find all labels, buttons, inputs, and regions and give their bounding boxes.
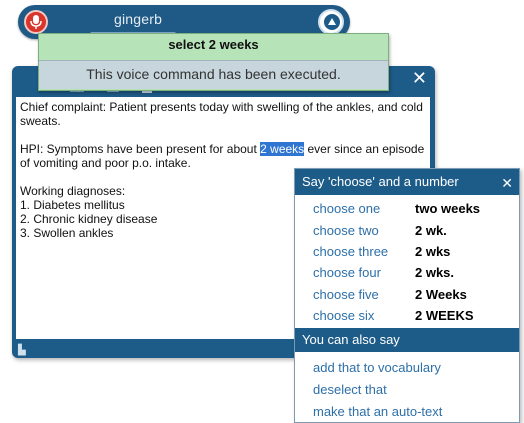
close-icon[interactable]: ✕ [412,69,427,87]
correction-menu: Say 'choose' and a number ✕ choose one t… [294,168,520,423]
choice-item-6[interactable]: choose six 2 WEEKS [295,305,519,326]
correction-menu-header: Say 'choose' and a number ✕ [295,169,519,195]
choice-item-4[interactable]: choose four 2 wks. [295,262,519,283]
correction-menu-title: Say 'choose' and a number [302,174,459,189]
choice-value: 2 wks [415,243,451,259]
choice-value: 2 wk. [415,222,447,238]
hpi-text: HPI: Symptoms have been present for abou… [20,142,425,170]
also-say-list: add that to vocabulary deselect that mak… [295,352,519,423]
choice-value: 2 wks. [415,265,455,281]
close-icon[interactable]: ✕ [501,170,513,196]
choice-value: 2 WEEKS [415,308,474,324]
selected-text: 2 weeks [260,142,305,156]
command-executed-message: This voice command has been executed. [39,60,388,89]
choice-value: two weeks [415,201,481,217]
choice-item-2[interactable]: choose two 2 wk. [295,219,519,240]
choice-list: choose one two weeks choose two 2 wk. ch… [295,195,519,328]
choice-item-5[interactable]: choose five 2 Weeks [295,284,519,305]
deselect-option[interactable]: deselect that [295,379,519,401]
choice-item-3[interactable]: choose three 2 wks [295,241,519,262]
recognition-tooltip: select 2 weeks This voice command has be… [38,33,389,91]
chief-complaint-text: Chief complaint: Patient presents today … [20,100,423,128]
also-say-header: You can also say [295,328,519,352]
recognized-phrase: select 2 weeks [168,37,259,52]
choice-command: choose one [313,201,381,217]
add-to-vocabulary-option[interactable]: add that to vocabulary [295,357,519,379]
choice-value: 2 Weeks [415,286,467,302]
choice-command: choose two [313,222,379,238]
choice-item-1[interactable]: choose one two weeks [295,198,519,219]
help-icon[interactable] [318,9,344,35]
choice-command: choose four [313,265,381,281]
choice-command: choose six [313,308,375,324]
user-profile-name[interactable]: gingerb [114,11,162,27]
choice-command: choose three [313,243,389,259]
resize-grip-icon[interactable]: ▙ [18,345,28,356]
microphone-icon[interactable] [24,10,48,34]
choice-command: choose five [313,286,379,302]
make-auto-text-option[interactable]: make that an auto-text [295,401,519,423]
